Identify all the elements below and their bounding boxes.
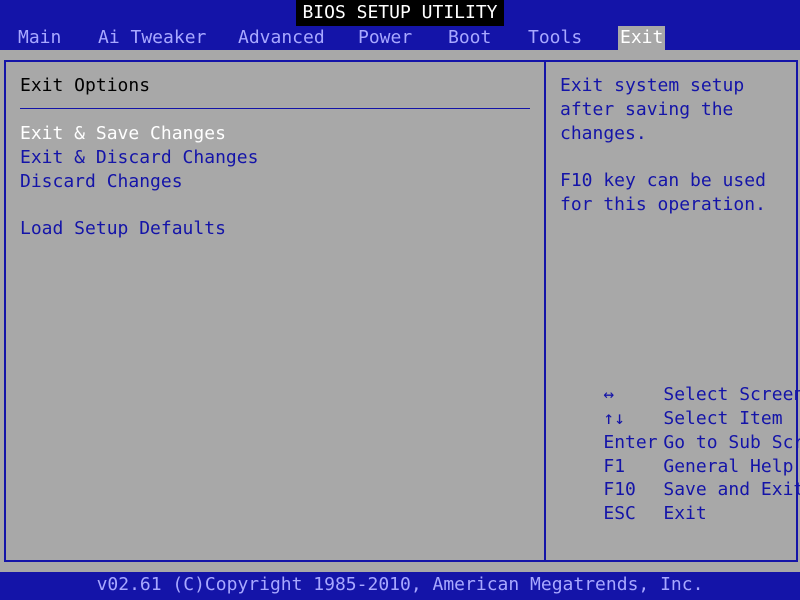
help-line: changes. (560, 123, 647, 144)
help-line: for this operation. (560, 194, 766, 215)
tab-main[interactable]: Main (18, 26, 61, 50)
tab-power[interactable]: Power (358, 26, 412, 50)
option-discard-changes[interactable]: Discard Changes (20, 170, 183, 194)
help-panel: Exit system setup after saving the chang… (544, 60, 800, 562)
section-divider (20, 108, 530, 109)
key-hint-row: ESC Exit (560, 478, 707, 550)
tab-exit[interactable]: Exit (618, 26, 666, 50)
menu-bar: Main Ai Tweaker Advanced Power Boot Tool… (0, 26, 800, 50)
key-hint-key: ESC (603, 503, 636, 524)
window-title: BIOS SETUP UTILITY (296, 0, 504, 26)
options-panel: Exit Options Exit & Save Changes Exit & … (4, 60, 546, 562)
tab-tools[interactable]: Tools (528, 26, 582, 50)
tab-ai-tweaker[interactable]: Ai Tweaker (98, 26, 206, 50)
tab-advanced[interactable]: Advanced (238, 26, 325, 50)
tab-boot[interactable]: Boot (448, 26, 491, 50)
title-bar: BIOS SETUP UTILITY (0, 0, 800, 26)
help-line: F10 key can be used (560, 170, 766, 191)
help-line: Exit system setup (560, 75, 745, 96)
section-title: Exit Options (20, 75, 151, 96)
option-load-defaults[interactable]: Load Setup Defaults (20, 217, 226, 241)
key-hint-desc: Exit (663, 503, 707, 524)
copyright-footer: v02.61 (C)Copyright 1985-2010, American … (0, 572, 800, 600)
option-exit-discard[interactable]: Exit & Discard Changes (20, 146, 258, 170)
option-exit-save[interactable]: Exit & Save Changes (20, 122, 226, 146)
help-line: after saving the (560, 99, 734, 120)
